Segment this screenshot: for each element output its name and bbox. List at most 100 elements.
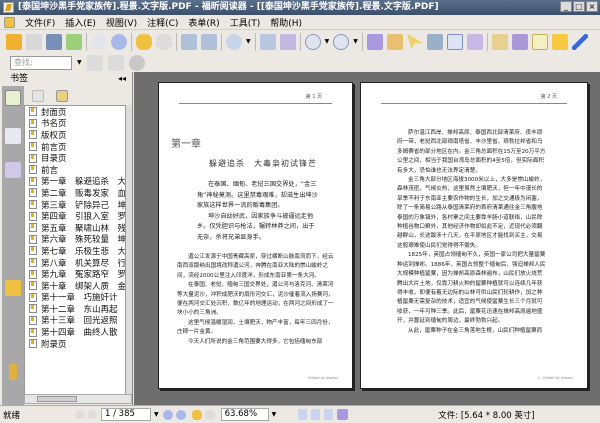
- snapshot-icon[interactable]: [466, 33, 483, 50]
- save-icon[interactable]: [26, 33, 42, 50]
- next-page-icon[interactable]: [111, 33, 127, 50]
- bookmark-label: 书名页: [41, 119, 67, 130]
- menu-tools[interactable]: 工具(T): [230, 16, 261, 29]
- menu-comment[interactable]: 注释(C): [147, 16, 178, 29]
- delete-bookmark-icon[interactable]: [32, 89, 44, 102]
- bookmark-item[interactable]: 书名页: [25, 118, 125, 130]
- bookmark-item[interactable]: 第七章 乐极生悲 大毒枭: [25, 245, 125, 257]
- bookmark-item[interactable]: 版权页: [25, 129, 125, 141]
- bookmark-item[interactable]: 第十二章 东山再起 武装: [25, 303, 125, 315]
- comment-icon[interactable]: [551, 33, 568, 50]
- note-edit-icon[interactable]: [511, 33, 528, 50]
- fit-page-icon[interactable]: [259, 33, 276, 50]
- last-page-icon[interactable]: [175, 409, 186, 420]
- bookmark-item[interactable]: 第一章 躲避追杀 大毒枭: [25, 176, 126, 188]
- find-next-icon[interactable]: [107, 54, 124, 71]
- minimize-button[interactable]: _: [560, 1, 572, 12]
- text-box-icon[interactable]: [531, 33, 548, 50]
- paragraph: 萨尔温江西岸、掸邦高原、泰国西北部清莱府、夜丰颂府一带，老挝西北部琅南塔省、丰沙…: [397, 130, 546, 174]
- prev-page-icon[interactable]: [88, 410, 97, 419]
- chevron-down-icon[interactable]: ▼: [325, 38, 330, 45]
- bookmark-icon: [29, 176, 37, 186]
- forward-arrow-icon[interactable]: [156, 33, 172, 50]
- attachments-tab-icon[interactable]: [9, 364, 17, 380]
- document-view[interactable]: 第 1 页 第一章 躲避追杀 大毒枭初试锋芒 在泰国、缅甸、老挝三国交界处，“金…: [134, 72, 600, 405]
- email-icon[interactable]: [66, 33, 82, 50]
- fit-width-icon[interactable]: [279, 33, 296, 50]
- continuous-mode-icon[interactable]: [311, 409, 321, 420]
- menu-form[interactable]: 表单(R): [188, 16, 219, 29]
- select-arrow-icon[interactable]: [406, 33, 423, 50]
- bookmark-item[interactable]: 第二章 贩毒发家 血洗: [25, 187, 125, 199]
- print-icon[interactable]: [46, 33, 62, 50]
- arrow-tool-icon[interactable]: [571, 33, 588, 50]
- vertical-scrollbar[interactable]: [126, 105, 132, 395]
- search-input[interactable]: 查找:: [10, 55, 72, 70]
- bookmark-item[interactable]: 第三章 铲除异己 坤沙: [25, 199, 125, 211]
- bookmark-item[interactable]: 第八章 机关算尽 行刺: [25, 257, 125, 269]
- chevron-down-icon[interactable]: ▼: [246, 38, 251, 45]
- facing-mode-icon[interactable]: [324, 409, 334, 420]
- menu-view[interactable]: 视图(V): [106, 16, 137, 29]
- zoom-dropdown-icon[interactable]: ▼: [272, 411, 277, 418]
- bookmark-item[interactable]: 第五章 聚啸山林 残军: [25, 222, 125, 234]
- bookmark-item[interactable]: 第十章 绑架人质 金三角: [25, 280, 125, 292]
- chevron-down-icon[interactable]: ▼: [353, 38, 358, 45]
- collapse-panel-icon[interactable]: ◂◂: [118, 72, 126, 86]
- typewriter-icon[interactable]: [446, 33, 463, 50]
- zoom-out-icon[interactable]: [304, 33, 321, 50]
- bookmark-icon: [29, 188, 37, 198]
- add-bookmark-icon[interactable]: [56, 89, 68, 102]
- find-binoculars-icon[interactable]: [426, 33, 443, 50]
- bookmark-item[interactable]: 前言页: [25, 141, 125, 153]
- bookmark-item[interactable]: 第十四章 曲终人散 坤沙: [25, 326, 125, 338]
- menu-file[interactable]: 文件(F): [25, 16, 55, 29]
- chapter-title: 第一章: [171, 139, 201, 150]
- maximize-button[interactable]: □: [573, 1, 585, 12]
- document-icon[interactable]: [4, 16, 15, 28]
- menu-insert[interactable]: 插入(E): [65, 16, 96, 29]
- bookmark-label: 第一章 躲避追杀 大毒枭: [41, 177, 126, 188]
- title-bar: [泰国坤沙黑手党家族传].程景.文字版.PDF - 福昕阅读器 - [[泰国坤沙…: [0, 0, 600, 15]
- next-page-status-icon[interactable]: [162, 409, 173, 420]
- zoom-in-icon[interactable]: [226, 33, 242, 50]
- horizontal-scrollbar[interactable]: [24, 394, 132, 404]
- menu-help[interactable]: 帮助(H): [270, 16, 302, 29]
- layers-tab-icon[interactable]: [5, 162, 21, 178]
- zoom-input[interactable]: 63.68%: [220, 408, 269, 421]
- chevron-down-icon[interactable]: ▼: [77, 59, 82, 66]
- search-options-icon[interactable]: [128, 54, 145, 71]
- bookmark-icon: [29, 304, 37, 314]
- bookmark-item[interactable]: 第六章 殊死较量 坤沙: [25, 234, 125, 245]
- continuous-facing-mode-icon[interactable]: [337, 409, 349, 420]
- pdf-page-2: 第 2 页 萨尔温江西岸、掸邦高原、泰国西北部清莱府、夜丰颂府一带，老挝西北部琅…: [360, 82, 588, 389]
- back-icon[interactable]: [191, 409, 202, 420]
- bookmark-item[interactable]: 目录页: [25, 152, 125, 164]
- bookmark-item[interactable]: 第十一章 巧施奸计 大毒: [25, 292, 125, 303]
- pencil-icon[interactable]: [491, 33, 508, 50]
- continuous-page-icon[interactable]: [201, 33, 217, 50]
- text-select-icon[interactable]: [386, 33, 403, 50]
- bookmark-item[interactable]: 封面页: [25, 106, 125, 118]
- single-page-icon[interactable]: [181, 33, 197, 50]
- pages-tab-icon[interactable]: [5, 128, 21, 144]
- page-number-input[interactable]: 1 / 385: [101, 408, 151, 421]
- first-page-icon[interactable]: [75, 410, 84, 419]
- comments-tab-icon[interactable]: [5, 280, 21, 296]
- find-previous-icon[interactable]: [86, 54, 103, 71]
- bookmark-item[interactable]: 附录页: [25, 338, 125, 350]
- bookmark-item[interactable]: 第四章 引狼入室 罗星汉: [25, 210, 125, 222]
- bookmarks-tab-icon[interactable]: [5, 90, 21, 106]
- previous-page-icon[interactable]: [91, 33, 107, 50]
- single-page-mode-icon[interactable]: [298, 409, 308, 420]
- open-folder-icon[interactable]: [6, 33, 22, 50]
- hand-tool-icon[interactable]: [366, 33, 383, 50]
- bookmark-item[interactable]: 前言: [25, 164, 125, 176]
- forward-icon[interactable]: [204, 409, 215, 420]
- page-dropdown-icon[interactable]: ▼: [154, 411, 159, 418]
- zoom-plus-icon[interactable]: [333, 33, 350, 50]
- back-arrow-icon[interactable]: [136, 33, 152, 50]
- bookmark-item[interactable]: 第九章 冤家路窄 罗星汉: [25, 268, 125, 280]
- bookmark-item[interactable]: 第十三章 回光返照 “开: [25, 315, 125, 326]
- close-button[interactable]: ×: [586, 1, 598, 12]
